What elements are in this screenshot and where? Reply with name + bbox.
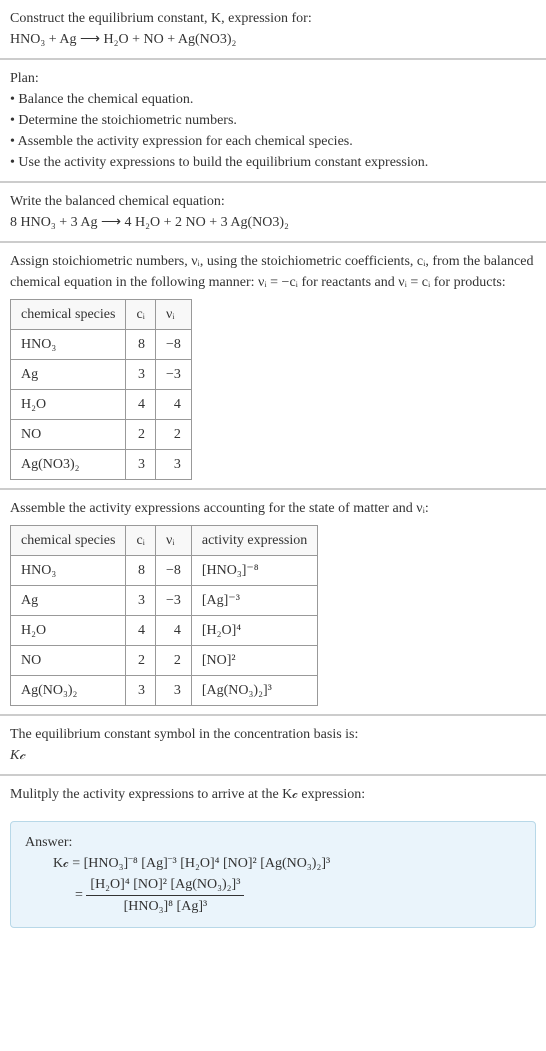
answer-label: Answer: — [25, 832, 521, 853]
table-header-row: chemical species cᵢ νᵢ — [11, 300, 192, 330]
multiply-section: Mulitply the activity expressions to arr… — [0, 776, 546, 813]
plan-heading: Plan: — [10, 68, 536, 89]
table-row: NO22 — [11, 420, 192, 450]
cell-ci: 2 — [126, 646, 156, 676]
cell-activity: [H₂O]⁴ — [191, 616, 317, 646]
cell-activity: [HNO₃]⁻⁸ — [191, 556, 317, 586]
answer-fraction: [H₂O]⁴ [NO]² [Ag(NO₃)₂]³ [HNO₃]⁸ [Ag]³ — [86, 874, 244, 917]
cell-vi: 3 — [155, 450, 191, 480]
cell-species: Ag(NO₃)₂ — [11, 676, 126, 706]
prompt-line1: Construct the equilibrium constant, K, e… — [10, 8, 536, 29]
col-ci: cᵢ — [126, 526, 156, 556]
cell-species: Ag — [11, 360, 126, 390]
table-row: Ag3−3[Ag]⁻³ — [11, 586, 318, 616]
cell-species: HNO₃ — [11, 330, 126, 360]
cell-ci: 4 — [126, 616, 156, 646]
symbol-line1: The equilibrium constant symbol in the c… — [10, 724, 536, 745]
cell-ci: 2 — [126, 420, 156, 450]
table-row: Ag(NO₃)₂33[Ag(NO₃)₂]³ — [11, 676, 318, 706]
assign-section: Assign stoichiometric numbers, νᵢ, using… — [0, 243, 546, 490]
plan-section: Plan: • Balance the chemical equation. •… — [0, 60, 546, 183]
activity-section: Assemble the activity expressions accoun… — [0, 490, 546, 716]
table-row: HNO₃8−8[HNO₃]⁻⁸ — [11, 556, 318, 586]
cell-vi: −3 — [155, 360, 191, 390]
answer-eq2-lead: = — [75, 888, 86, 903]
answer-eq1: K𝒸 = [HNO₃]⁻⁸ [Ag]⁻³ [H₂O]⁴ [NO]² [Ag(NO… — [53, 853, 521, 874]
cell-activity: [Ag]⁻³ — [191, 586, 317, 616]
cell-species: NO — [11, 646, 126, 676]
table-row: Ag(NO3)₂33 — [11, 450, 192, 480]
cell-vi: 3 — [155, 676, 191, 706]
table-row: Ag3−3 — [11, 360, 192, 390]
balanced-equation: 8 HNO₃ + 3 Ag ⟶ 4 H₂O + 2 NO + 3 Ag(NO3)… — [10, 212, 536, 233]
stoich-table: chemical species cᵢ νᵢ HNO₃8−8 Ag3−3 H₂O… — [10, 299, 192, 480]
plan-bullet-2: • Determine the stoichiometric numbers. — [10, 110, 536, 131]
cell-ci: 3 — [126, 676, 156, 706]
cell-vi: 4 — [155, 390, 191, 420]
assign-intro: Assign stoichiometric numbers, νᵢ, using… — [10, 251, 536, 293]
col-species: chemical species — [11, 300, 126, 330]
prompt-section: Construct the equilibrium constant, K, e… — [0, 0, 546, 60]
cell-ci: 8 — [126, 556, 156, 586]
cell-vi: −8 — [155, 556, 191, 586]
table-row: H₂O44 — [11, 390, 192, 420]
symbol-kc: K𝒸 — [10, 745, 536, 766]
prompt-equation: HNO₃ + Ag ⟶ H₂O + NO + Ag(NO3)₂ — [10, 29, 536, 50]
cell-species: Ag — [11, 586, 126, 616]
cell-ci: 3 — [126, 586, 156, 616]
plan-bullet-1: • Balance the chemical equation. — [10, 89, 536, 110]
cell-ci: 8 — [126, 330, 156, 360]
col-vi: νᵢ — [155, 300, 191, 330]
cell-vi: 2 — [155, 420, 191, 450]
balanced-section: Write the balanced chemical equation: 8 … — [0, 183, 546, 243]
col-activity: activity expression — [191, 526, 317, 556]
activity-table: chemical species cᵢ νᵢ activity expressi… — [10, 525, 318, 706]
cell-species: H₂O — [11, 390, 126, 420]
cell-species: H₂O — [11, 616, 126, 646]
cell-ci: 4 — [126, 390, 156, 420]
table-row: H₂O44[H₂O]⁴ — [11, 616, 318, 646]
cell-ci: 3 — [126, 450, 156, 480]
cell-ci: 3 — [126, 360, 156, 390]
answer-denominator: [HNO₃]⁸ [Ag]³ — [86, 896, 244, 917]
plan-bullet-3: • Assemble the activity expression for e… — [10, 131, 536, 152]
col-ci: cᵢ — [126, 300, 156, 330]
cell-species: NO — [11, 420, 126, 450]
cell-species: HNO₃ — [11, 556, 126, 586]
answer-eq2: = [H₂O]⁴ [NO]² [Ag(NO₃)₂]³ [HNO₃]⁸ [Ag]³ — [75, 874, 521, 917]
balanced-heading: Write the balanced chemical equation: — [10, 191, 536, 212]
table-header-row: chemical species cᵢ νᵢ activity expressi… — [11, 526, 318, 556]
cell-vi: −8 — [155, 330, 191, 360]
cell-vi: 2 — [155, 646, 191, 676]
multiply-line: Mulitply the activity expressions to arr… — [10, 784, 536, 805]
symbol-section: The equilibrium constant symbol in the c… — [0, 716, 546, 776]
table-row: NO22[NO]² — [11, 646, 318, 676]
plan-bullet-4: • Use the activity expressions to build … — [10, 152, 536, 173]
col-species: chemical species — [11, 526, 126, 556]
answer-numerator: [H₂O]⁴ [NO]² [Ag(NO₃)₂]³ — [86, 874, 244, 896]
cell-activity: [Ag(NO₃)₂]³ — [191, 676, 317, 706]
answer-box: Answer: K𝒸 = [HNO₃]⁻⁸ [Ag]⁻³ [H₂O]⁴ [NO]… — [10, 821, 536, 928]
table-row: HNO₃8−8 — [11, 330, 192, 360]
cell-activity: [NO]² — [191, 646, 317, 676]
activity-intro: Assemble the activity expressions accoun… — [10, 498, 536, 519]
col-vi: νᵢ — [155, 526, 191, 556]
cell-species: Ag(NO3)₂ — [11, 450, 126, 480]
cell-vi: −3 — [155, 586, 191, 616]
cell-vi: 4 — [155, 616, 191, 646]
